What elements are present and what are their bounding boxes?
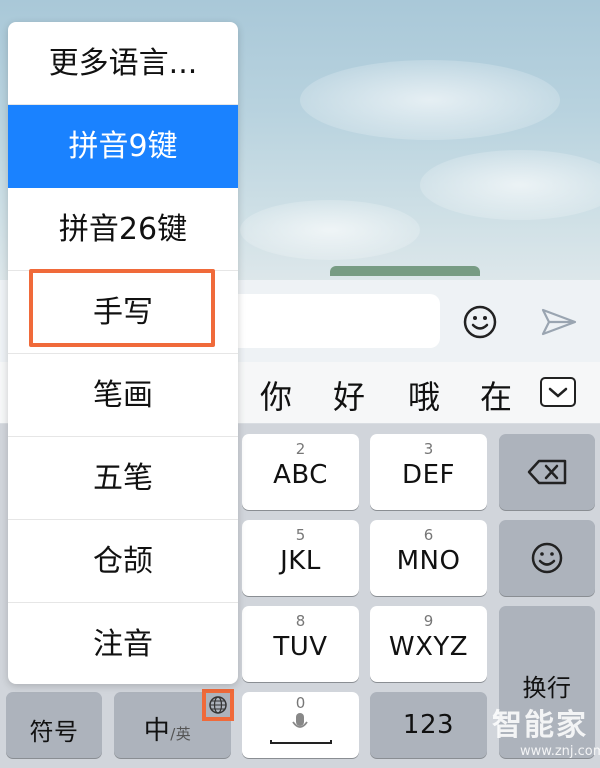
symbol-key[interactable]: 符号: [6, 692, 102, 758]
candidate-word[interactable]: 好: [333, 372, 365, 418]
space-key[interactable]: 0: [242, 692, 359, 758]
menu-item-pinyin-9[interactable]: 拼音9键: [8, 105, 238, 188]
globe-key-highlight[interactable]: [202, 689, 234, 721]
backspace-key[interactable]: [499, 434, 595, 510]
collapse-keyboard-button[interactable]: [540, 377, 576, 407]
key-jkl[interactable]: 5 JKL: [242, 520, 359, 596]
key-wxyz[interactable]: 9 WXYZ: [370, 606, 487, 682]
key-def[interactable]: 3 DEF: [370, 434, 487, 510]
space-bar-indicator: [270, 740, 332, 744]
input-method-menu: 更多语言... 拼音9键 拼音26键 手写 笔画 五笔 仓颉 注音: [8, 22, 238, 684]
backspace-icon: [527, 459, 567, 485]
menu-item-more-languages[interactable]: 更多语言...: [8, 22, 238, 105]
handwriting-highlight-box: [29, 269, 215, 347]
key-tuv[interactable]: 8 TUV: [242, 606, 359, 682]
candidate-word[interactable]: 你: [260, 372, 292, 418]
smiley-icon: [463, 305, 497, 339]
watermark-logo: 智能家: [492, 708, 588, 743]
key-abc[interactable]: 2 ABC: [242, 434, 359, 510]
chevron-down-icon: [548, 387, 568, 398]
emoji-key[interactable]: [499, 520, 595, 596]
send-button[interactable]: [540, 306, 578, 338]
menu-item-stroke[interactable]: 笔画: [8, 354, 238, 437]
key-mno[interactable]: 6 MNO: [370, 520, 487, 596]
globe-icon: [209, 696, 227, 714]
emoji-button[interactable]: [462, 304, 498, 340]
menu-item-wubi[interactable]: 五笔: [8, 437, 238, 520]
menu-item-cangjie[interactable]: 仓颉: [8, 520, 238, 603]
candidate-word[interactable]: 在: [480, 372, 512, 418]
watermark-url: www.znj.com: [520, 744, 600, 759]
smiley-icon: [531, 542, 563, 574]
microphone-icon: [292, 713, 308, 728]
menu-item-pinyin-26[interactable]: 拼音26键: [8, 188, 238, 271]
menu-item-zhuyin[interactable]: 注音: [8, 603, 238, 684]
numbers-key[interactable]: 123: [370, 692, 487, 758]
candidate-word[interactable]: 哦: [408, 372, 440, 418]
send-icon: [541, 308, 577, 336]
